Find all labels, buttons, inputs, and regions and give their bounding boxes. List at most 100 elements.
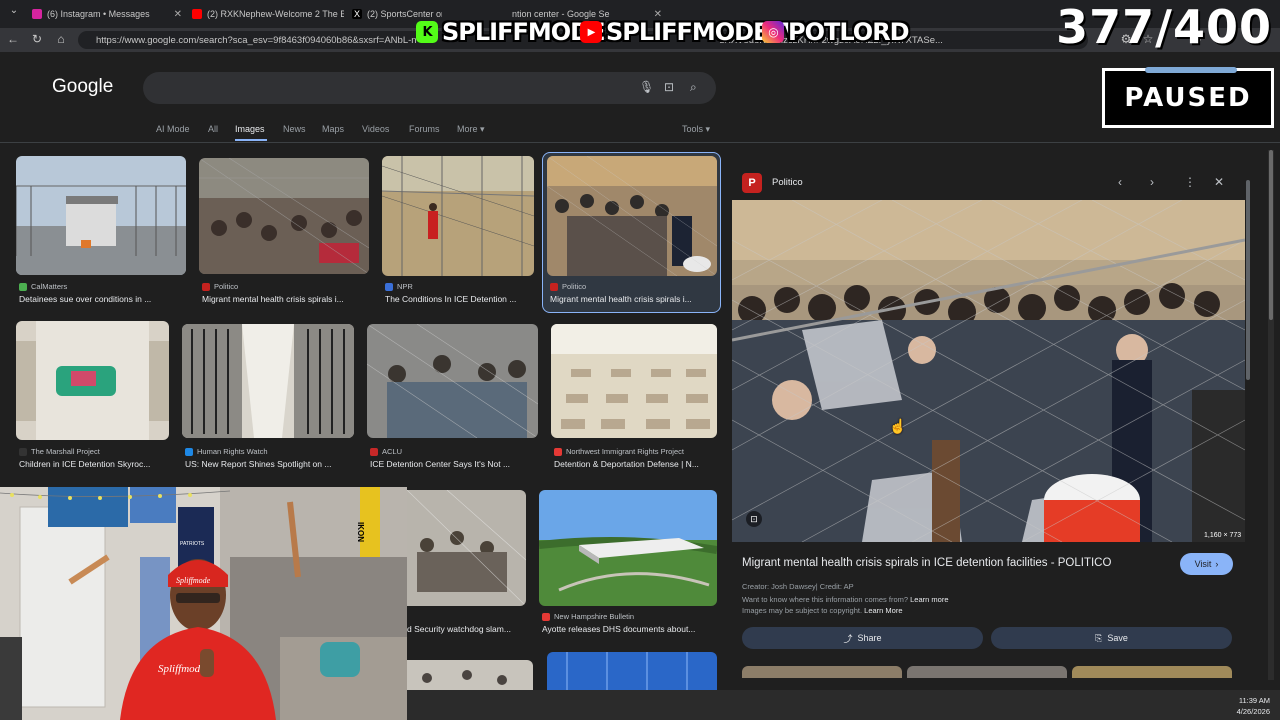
chevron-right-icon: ›	[1215, 559, 1219, 569]
result-thumbnail[interactable]	[547, 652, 717, 690]
copyright-learn-more-link[interactable]: Learn More	[864, 606, 902, 615]
result-source: Human Rights Watch	[185, 447, 268, 456]
browser-tab-youtube[interactable]: (2) RXKNephew-Welcome 2 The B ✕	[192, 4, 344, 24]
result-title[interactable]: Children in ICE Detention Skyroc...	[19, 459, 167, 469]
back-icon[interactable]: ←	[5, 32, 21, 46]
source-favicon-icon	[542, 612, 550, 621]
pennant-text: PATRIOTS	[180, 541, 205, 547]
tab-images[interactable]: Images	[235, 124, 265, 134]
visit-button[interactable]: Visit ›	[1180, 553, 1233, 575]
bookmark-save-icon: ⎘	[1095, 632, 1103, 643]
search-input[interactable]: 🎙 ⊡ ⌕	[143, 72, 716, 104]
copyright-line: Images may be subject to copyright. Lear…	[742, 606, 903, 615]
save-button[interactable]: ⎘ Save	[991, 627, 1232, 649]
panel-scrollbar[interactable]	[1246, 180, 1250, 380]
paused-badge: PAUSED	[1102, 67, 1274, 128]
tab-forums[interactable]: Forums	[409, 124, 440, 134]
share-button[interactable]: ⤴ Share	[742, 627, 983, 649]
source-label: The Marshall Project	[31, 447, 100, 456]
result-source: Politico	[550, 282, 586, 291]
result-title[interactable]: Detainees sue over conditions in ...	[19, 294, 179, 304]
result-source: NPR	[385, 282, 413, 291]
related-thumbnail[interactable]	[1072, 666, 1232, 678]
source-favicon-icon	[19, 282, 27, 291]
microphone-icon[interactable]: 🎙	[639, 80, 654, 94]
result-source: CalMatters	[19, 282, 67, 291]
lens-icon[interactable]: ⊡	[664, 80, 674, 94]
visit-label: Visit	[1194, 559, 1212, 569]
result-thumbnail[interactable]	[199, 158, 369, 274]
info-text: Want to know where this information come…	[742, 595, 909, 604]
creator-credit: Creator: Josh Dawsey| Credit: AP	[742, 582, 854, 591]
tools-button[interactable]: Tools ▾	[682, 124, 710, 135]
result-thumbnail[interactable]	[407, 660, 533, 690]
result-title[interactable]: The Conditions In ICE Detention ...	[385, 294, 533, 304]
result-thumbnail[interactable]	[182, 324, 354, 438]
home-icon[interactable]: ⌂	[53, 32, 69, 46]
result-thumbnail[interactable]	[547, 156, 717, 276]
result-source: Northwest Immigrant Rights Project	[554, 447, 684, 456]
source-favicon-icon	[185, 447, 193, 456]
result-title[interactable]: US: New Report Shines Spotlight on ...	[185, 459, 349, 469]
result-thumbnail[interactable]	[407, 490, 526, 606]
result-title[interactable]: Migrant mental health crisis spirals i..…	[550, 294, 712, 304]
result-thumbnail[interactable]	[367, 324, 538, 438]
tab-list-chevron-icon[interactable]: ⌄	[6, 5, 22, 16]
taskbar	[407, 690, 1280, 720]
search-icon[interactable]: ⌕	[690, 80, 697, 95]
share-label: Share	[857, 633, 882, 643]
url-text: https://www.google.com/search?sca_esv=9f…	[96, 35, 417, 46]
hat-logo-text: Spliffmode	[176, 576, 211, 585]
result-title[interactable]: Detention & Deportation Defense | N...	[554, 459, 716, 469]
related-thumbnail[interactable]	[742, 666, 902, 678]
result-title[interactable]: Ayotte releases DHS documents about...	[542, 624, 714, 634]
lens-search-icon[interactable]: ⊡	[746, 511, 762, 527]
result-thumbnail[interactable]	[16, 156, 186, 275]
info-line: Want to know where this information come…	[742, 595, 949, 604]
result-title[interactable]: Migrant mental health crisis spirals i..…	[202, 294, 364, 304]
learn-more-link[interactable]: Learn more	[910, 595, 948, 604]
more-options-icon[interactable]: ⋮	[1184, 175, 1196, 189]
ikon-poster-text: IKON	[356, 522, 365, 542]
result-source: Politico	[202, 282, 238, 291]
close-panel-icon[interactable]: ✕	[1214, 175, 1224, 189]
result-thumbnail[interactable]	[16, 321, 169, 440]
result-source: The Marshall Project	[19, 447, 100, 456]
tab-news[interactable]: News	[283, 124, 306, 134]
panel-source[interactable]: Politico	[772, 177, 803, 188]
result-thumbnail[interactable]	[551, 324, 717, 438]
tab-more[interactable]: More ▾	[457, 124, 485, 135]
tab-label: (2) RXKNephew-Welcome 2 The B	[207, 9, 344, 19]
tab-videos[interactable]: Videos	[362, 124, 389, 134]
active-tab-indicator	[235, 139, 267, 141]
source-label: CalMatters	[31, 282, 68, 291]
source-label: Human Rights Watch	[197, 447, 268, 456]
related-thumbnail[interactable]	[907, 666, 1067, 678]
tab-maps[interactable]: Maps	[322, 124, 344, 134]
page-scrollbar-thumb[interactable]	[1269, 150, 1273, 320]
result-title[interactable]: ICE Detention Center Says It's Not ...	[370, 459, 534, 469]
source-label: Northwest Immigrant Rights Project	[566, 447, 684, 456]
share-icon: ⤴	[843, 633, 853, 644]
clock-date: 4/26/2026	[1236, 707, 1270, 716]
close-tab-icon[interactable]: ✕	[174, 9, 182, 20]
kick-icon: K	[416, 21, 438, 43]
instagram-tab-icon	[32, 9, 42, 19]
previous-image-icon[interactable]: ‹	[1118, 175, 1122, 189]
google-logo[interactable]: Google	[52, 76, 113, 98]
save-label: Save	[1107, 633, 1128, 643]
result-thumbnail[interactable]	[382, 156, 534, 276]
source-favicon-icon	[385, 282, 393, 291]
preview-image[interactable]: 1,160 × 773	[732, 200, 1245, 542]
reload-icon[interactable]: ↻	[29, 32, 45, 46]
tab-ai-mode[interactable]: AI Mode	[156, 124, 190, 134]
panel-title[interactable]: Migrant mental health crisis spirals in …	[742, 557, 1111, 569]
source-label: ACLU	[382, 447, 403, 456]
next-image-icon[interactable]: ›	[1150, 175, 1154, 189]
browser-tab-instagram[interactable]: (6) Instagram • Messages ✕	[32, 4, 182, 24]
overlay-instagram-text: POTLORD	[788, 18, 910, 46]
tab-all[interactable]: All	[208, 124, 218, 134]
result-thumbnail[interactable]	[539, 490, 717, 606]
system-clock[interactable]: 11:39 AM 4/26/2026	[1237, 695, 1270, 717]
result-title[interactable]: d Security watchdog slam...	[407, 624, 526, 634]
